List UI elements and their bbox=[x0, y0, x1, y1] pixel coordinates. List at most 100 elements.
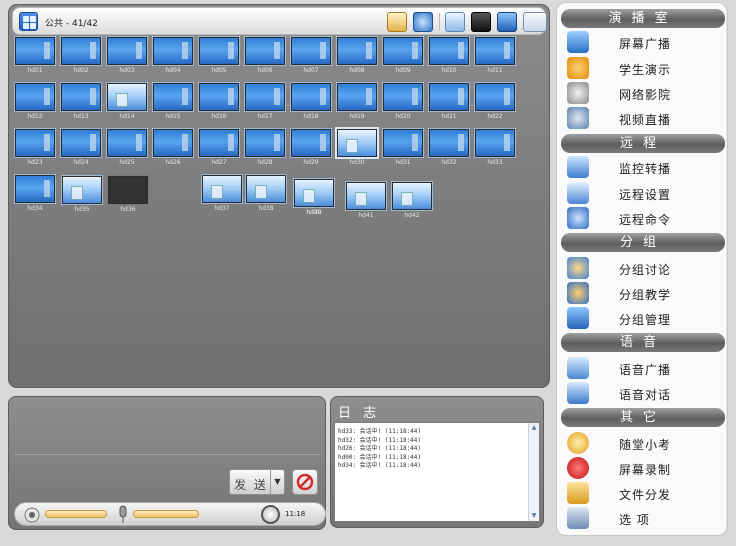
student-thumbnail[interactable] bbox=[61, 129, 101, 157]
log-panel: 日 志 hd33: 会话中! (11:18:44) hd32: 会话中! (11:… bbox=[330, 396, 544, 528]
scroll-up-icon[interactable]: ▲ bbox=[530, 424, 538, 432]
student-thumbnail[interactable] bbox=[245, 83, 285, 111]
student-thumbnail[interactable] bbox=[62, 176, 102, 204]
sidebar-item[interactable]: 分组教学 bbox=[563, 282, 725, 304]
sidebar-item[interactable]: 监控转播 bbox=[563, 156, 725, 178]
microphone-volume-slider[interactable] bbox=[133, 510, 199, 518]
student-thumbnail-label: hd07 bbox=[303, 67, 319, 74]
sidebar-item-label: 分组教学 bbox=[619, 288, 672, 302]
student-thumbnail-label: hd25 bbox=[119, 159, 135, 166]
student-thumbnail-label: hd18 bbox=[303, 113, 319, 120]
sidebar-item[interactable]: 远程命令 bbox=[563, 207, 725, 229]
student-thumbnail[interactable] bbox=[153, 37, 193, 65]
student-thumbnail[interactable] bbox=[107, 37, 147, 65]
student-thumbnail[interactable] bbox=[61, 83, 101, 111]
grid-view-icon[interactable] bbox=[19, 12, 38, 31]
student-thumbnail-label: hd05 bbox=[211, 67, 227, 74]
student-thumbnail-label: hd01 bbox=[27, 67, 43, 74]
student-thumbnail[interactable] bbox=[153, 83, 193, 111]
student-thumbnail-label: hd30 bbox=[349, 159, 365, 166]
sidebar-item[interactable]: 学生演示 bbox=[563, 57, 725, 79]
checklist-icon[interactable] bbox=[445, 12, 465, 32]
voice-chat-icon bbox=[567, 382, 589, 404]
student-thumbnail[interactable] bbox=[475, 37, 515, 65]
student-thumbnail[interactable] bbox=[15, 129, 55, 157]
sidebar-item[interactable]: 视频直播 bbox=[563, 107, 725, 129]
student-thumbnail[interactable] bbox=[392, 182, 432, 210]
internet-icon[interactable] bbox=[413, 12, 433, 32]
speaker-volume-slider[interactable] bbox=[45, 510, 107, 518]
sidebar-item[interactable]: 屏幕广播 bbox=[563, 31, 725, 53]
chevron-down-icon[interactable]: ▼ bbox=[270, 470, 284, 494]
stop-button[interactable] bbox=[292, 469, 318, 495]
student-thumbnail[interactable] bbox=[199, 83, 239, 111]
student-thumbnail-label: hd11 bbox=[487, 67, 503, 74]
sidebar-item[interactable]: 分组讨论 bbox=[563, 257, 725, 279]
student-thumbnail-label: hd27 bbox=[211, 159, 227, 166]
window-icon[interactable] bbox=[497, 12, 517, 32]
section-header: 语音 bbox=[561, 333, 725, 352]
message-input[interactable] bbox=[14, 401, 320, 455]
sidebar-item[interactable]: 远程设置 bbox=[563, 182, 725, 204]
student-thumbnail-label: hd33 bbox=[487, 159, 503, 166]
student-thumbnail[interactable] bbox=[383, 83, 423, 111]
student-thumbnail[interactable] bbox=[245, 37, 285, 65]
speaker-icon[interactable] bbox=[23, 506, 41, 524]
student-thumbnail[interactable] bbox=[291, 37, 331, 65]
student-thumbnail[interactable] bbox=[294, 179, 334, 207]
student-thumbnail[interactable] bbox=[346, 182, 386, 210]
view-menu-icon[interactable] bbox=[523, 12, 547, 32]
student-thumbnail[interactable] bbox=[337, 37, 377, 65]
student-thumbnail[interactable] bbox=[202, 175, 242, 203]
student-thumbnail[interactable] bbox=[337, 83, 377, 111]
black-screen-icon[interactable] bbox=[471, 12, 491, 32]
lock-screen-icon[interactable] bbox=[387, 12, 407, 32]
sidebar-item-label: 远程设置 bbox=[619, 188, 672, 202]
student-thumbnail[interactable] bbox=[61, 37, 101, 65]
student-thumbnail[interactable] bbox=[291, 129, 331, 157]
stop-icon bbox=[296, 473, 314, 491]
sidebar-item[interactable]: 语音对话 bbox=[563, 382, 725, 404]
microphone-icon[interactable] bbox=[117, 505, 129, 525]
student-thumbnail[interactable] bbox=[245, 129, 285, 157]
section-header: 分组 bbox=[561, 233, 725, 252]
sidebar-item[interactable]: 随堂小考 bbox=[563, 432, 725, 454]
student-thumbnail[interactable] bbox=[291, 83, 331, 111]
sidebar-item[interactable]: 网络影院 bbox=[563, 82, 725, 104]
student-thumbnail[interactable] bbox=[15, 175, 55, 203]
student-thumbnail-label: hd13 bbox=[73, 113, 89, 120]
student-thumbnail[interactable] bbox=[337, 129, 377, 157]
sidebar-item-label: 随堂小考 bbox=[619, 438, 672, 452]
log-scrollbar[interactable]: ▲ ▼ bbox=[528, 423, 539, 521]
student-thumbnail[interactable] bbox=[107, 129, 147, 157]
monitor-broadcast-icon bbox=[567, 31, 589, 53]
student-thumbnail[interactable] bbox=[15, 37, 55, 65]
student-thumbnail[interactable] bbox=[475, 83, 515, 111]
student-thumbnail-label: hd35 bbox=[74, 206, 90, 213]
student-thumbnail[interactable] bbox=[383, 129, 423, 157]
send-button[interactable]: 发 送 ▼ bbox=[229, 469, 285, 495]
sidebar-item[interactable]: 屏幕录制 bbox=[563, 457, 725, 479]
student-thumbnail[interactable] bbox=[199, 37, 239, 65]
sidebar-item[interactable]: 选 项 bbox=[563, 507, 725, 529]
student-thumbnail[interactable] bbox=[246, 175, 286, 203]
student-thumbnail[interactable] bbox=[429, 37, 469, 65]
sidebar-item-label: 远程命令 bbox=[619, 213, 672, 227]
student-thumbnail[interactable] bbox=[429, 83, 469, 111]
student-thumbnail[interactable] bbox=[429, 129, 469, 157]
student-thumbnail[interactable] bbox=[107, 83, 147, 111]
sidebar-item[interactable]: 语音广播 bbox=[563, 357, 725, 379]
student-thumbnail[interactable] bbox=[153, 129, 193, 157]
student-thumbnail[interactable] bbox=[108, 176, 148, 204]
sidebar-item-label: 分组讨论 bbox=[619, 263, 672, 277]
sidebar-item-label: 选 项 bbox=[619, 513, 650, 527]
student-thumbnail[interactable] bbox=[475, 129, 515, 157]
student-thumbnail[interactable] bbox=[15, 83, 55, 111]
student-thumbnail-label: hd02 bbox=[73, 67, 89, 74]
sidebar-item[interactable]: 文件分发 bbox=[563, 482, 725, 504]
student-thumbnail[interactable] bbox=[383, 37, 423, 65]
sidebar-item[interactable]: 分组管理 bbox=[563, 307, 725, 329]
student-thumbnail[interactable] bbox=[199, 129, 239, 157]
scroll-down-icon[interactable]: ▼ bbox=[530, 512, 538, 520]
sidebar-item-label: 屏幕录制 bbox=[619, 463, 672, 477]
